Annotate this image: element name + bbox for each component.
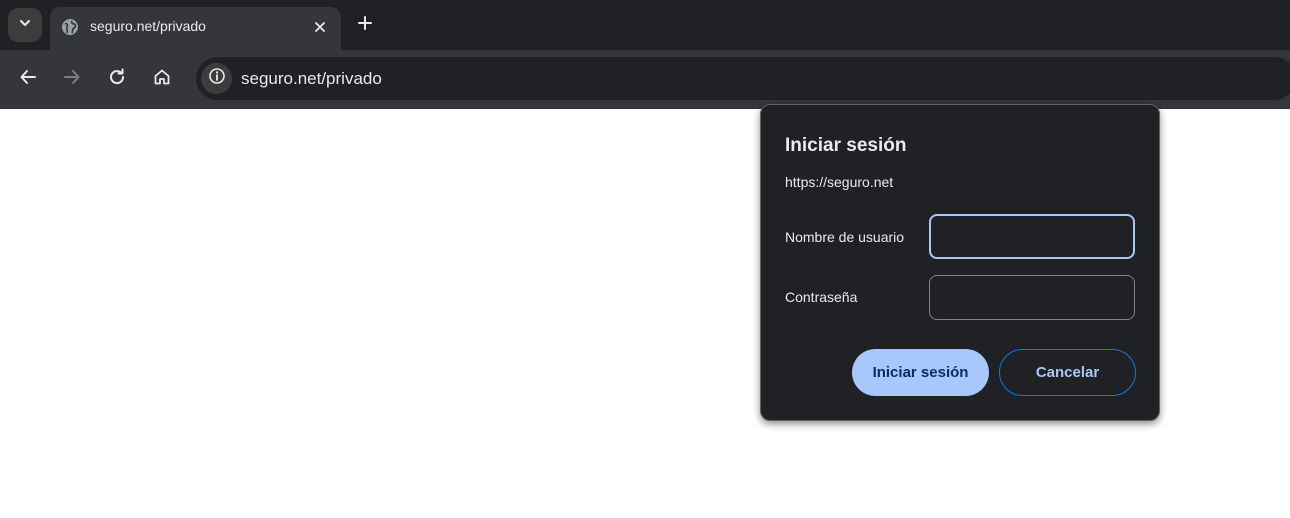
tab-strip: seguro.net/privado (0, 0, 1290, 50)
dialog-title: Iniciar sesión (785, 135, 907, 156)
sign-in-dialog: Iniciar sesión https://seguro.net Nombre… (760, 104, 1160, 421)
globe-icon (60, 17, 80, 37)
plus-icon (357, 15, 373, 36)
chevron-down-icon (18, 16, 32, 35)
info-icon (208, 67, 226, 90)
arrow-right-icon (63, 68, 81, 91)
tab-active[interactable]: seguro.net/privado (50, 7, 341, 50)
address-bar-url: seguro.net/privado (241, 69, 382, 88)
tab-title: seguro.net/privado (90, 18, 206, 34)
toolbar: seguro.net/privado (0, 50, 1290, 109)
tab-search-button[interactable] (8, 8, 42, 42)
site-info-button[interactable] (201, 63, 232, 94)
close-icon[interactable] (309, 16, 331, 38)
new-tab-button[interactable] (352, 12, 378, 38)
reload-button[interactable] (103, 65, 131, 93)
username-input[interactable] (929, 214, 1135, 259)
reload-icon (108, 68, 126, 91)
dialog-origin: https://seguro.net (785, 174, 894, 190)
username-label: Nombre de usuario (785, 229, 905, 245)
address-bar[interactable]: seguro.net/privado (196, 57, 1290, 100)
forward-button[interactable] (58, 65, 86, 93)
sign-in-button[interactable]: Iniciar sesión (852, 349, 989, 396)
password-input[interactable] (929, 275, 1135, 320)
home-button[interactable] (148, 65, 176, 93)
password-label: Contraseña (785, 289, 858, 305)
cancel-button[interactable]: Cancelar (999, 349, 1136, 396)
back-button[interactable] (14, 65, 42, 93)
arrow-left-icon (19, 68, 37, 91)
home-icon (153, 68, 171, 91)
